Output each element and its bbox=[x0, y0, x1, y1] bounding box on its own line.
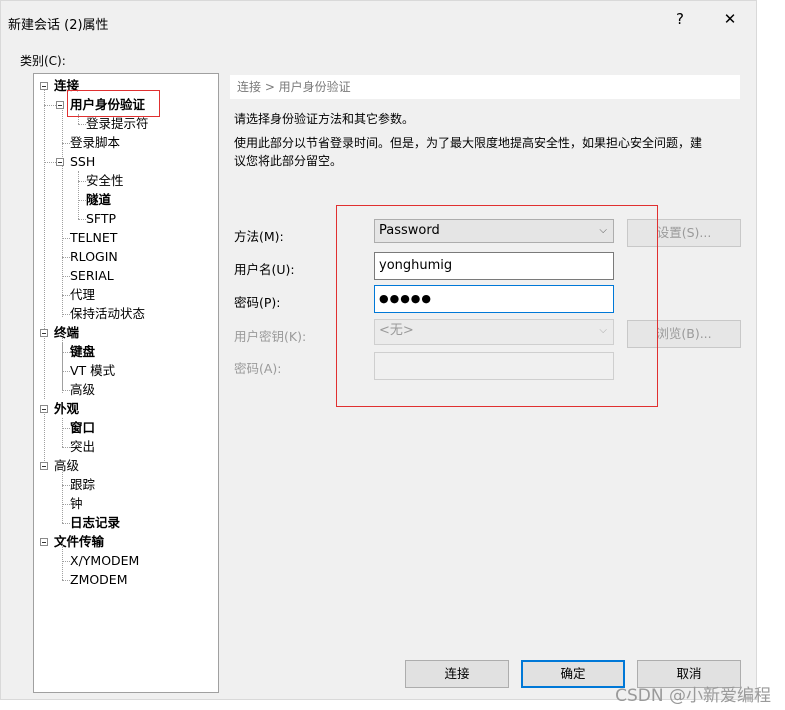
tree-node-keyboard[interactable]: 键盘 bbox=[70, 342, 95, 361]
tree-line bbox=[78, 171, 79, 219]
method-label: 方法(M): bbox=[234, 229, 284, 244]
connect-button[interactable]: 连接 bbox=[405, 660, 509, 688]
tree-line bbox=[62, 523, 70, 524]
tree-node-telnet[interactable]: TELNET bbox=[70, 228, 117, 247]
watermark: CSDN @小新爱编程 bbox=[615, 686, 771, 706]
highlight-box-form bbox=[336, 205, 658, 407]
tree-line bbox=[62, 371, 70, 372]
collapse-icon[interactable] bbox=[40, 82, 48, 90]
tree-line bbox=[62, 561, 70, 562]
tree-line bbox=[62, 276, 70, 277]
ok-button[interactable]: 确定 bbox=[521, 660, 625, 688]
tree-line bbox=[62, 352, 70, 353]
tree-line bbox=[62, 238, 70, 239]
tree-line bbox=[62, 447, 70, 448]
tree-node-tunnel[interactable]: 隧道 bbox=[86, 190, 111, 209]
tree-node-keepalive[interactable]: 保持活动状态 bbox=[70, 304, 145, 323]
collapse-icon[interactable] bbox=[40, 538, 48, 546]
tree-node-advanced[interactable]: 高级 bbox=[40, 456, 79, 475]
tree-line bbox=[62, 485, 70, 486]
tree-line bbox=[78, 219, 86, 220]
tree-line bbox=[62, 295, 70, 296]
tree-line bbox=[44, 89, 45, 399]
tree-line bbox=[62, 108, 63, 317]
tree-line bbox=[62, 390, 70, 391]
collapse-icon[interactable] bbox=[40, 462, 48, 470]
tree-node-zmodem[interactable]: ZMODEM bbox=[70, 570, 128, 589]
username-label: 用户名(U): bbox=[234, 262, 295, 277]
tree-node-terminal[interactable]: 终端 bbox=[40, 323, 79, 342]
tree-node-security[interactable]: 安全性 bbox=[86, 171, 124, 190]
tree-node-logging[interactable]: 日志记录 bbox=[70, 513, 120, 532]
tree-line bbox=[78, 124, 86, 125]
tree-node-login-script[interactable]: 登录脚本 bbox=[70, 133, 120, 152]
tree-node-bell[interactable]: 钟 bbox=[70, 494, 83, 513]
category-label: 类别(C): bbox=[20, 54, 66, 68]
tree-node-sftp[interactable]: SFTP bbox=[86, 209, 116, 228]
tree-node-window[interactable]: 窗口 bbox=[70, 418, 95, 437]
tree-line bbox=[62, 342, 63, 390]
password-label: 密码(P): bbox=[234, 295, 281, 310]
collapse-icon[interactable] bbox=[40, 329, 48, 337]
window-title: 新建会话 (2)属性 bbox=[8, 18, 109, 33]
tree-node-ssh[interactable]: SSH bbox=[56, 152, 95, 171]
tree-line bbox=[62, 466, 63, 523]
tree-line bbox=[78, 200, 86, 201]
highlight-box-tree bbox=[67, 90, 160, 117]
description-line-2: 使用此部分以节省登录时间。但是，为了最大限度地提高安全性，如果担心安全问题，建 bbox=[234, 136, 703, 150]
tree-node-terminal-advanced[interactable]: 高级 bbox=[70, 380, 95, 399]
collapse-icon[interactable] bbox=[56, 158, 64, 166]
userkey-label: 用户密钥(K): bbox=[234, 329, 307, 344]
tree-node-serial[interactable]: SERIAL bbox=[70, 266, 114, 285]
passphrase-label: 密码(A): bbox=[234, 361, 282, 376]
breadcrumb: 连接 > 用户身份验证 bbox=[230, 75, 740, 99]
tree-node-highlight[interactable]: 突出 bbox=[70, 437, 95, 456]
description-line-3: 议您将此部分留空。 bbox=[234, 154, 343, 168]
tree-line bbox=[62, 314, 70, 315]
tree-line bbox=[44, 162, 56, 163]
tree-line bbox=[62, 580, 70, 581]
description-line-1: 请选择身份验证方法和其它参数。 bbox=[234, 112, 415, 126]
category-tree[interactable]: 连接 用户身份验证 登录提示符 登录脚本 SSH 安全性 隧道 SFTP TEL… bbox=[33, 73, 219, 693]
tree-line bbox=[62, 504, 70, 505]
tree-node-rlogin[interactable]: RLOGIN bbox=[70, 247, 118, 266]
close-icon[interactable]: ✕ bbox=[718, 10, 742, 28]
collapse-icon[interactable] bbox=[40, 405, 48, 413]
tree-line bbox=[62, 257, 70, 258]
tree-line bbox=[62, 418, 63, 447]
tree-line bbox=[78, 181, 86, 182]
tree-node-trace[interactable]: 跟踪 bbox=[70, 475, 95, 494]
tree-line bbox=[62, 542, 63, 580]
tree-node-appearance[interactable]: 外观 bbox=[40, 399, 79, 418]
tree-node-proxy[interactable]: 代理 bbox=[70, 285, 95, 304]
tree-line bbox=[62, 143, 70, 144]
tree-node-vt-mode[interactable]: VT 模式 bbox=[70, 361, 115, 380]
collapse-icon[interactable] bbox=[56, 101, 64, 109]
tree-node-file-transfer[interactable]: 文件传输 bbox=[40, 532, 104, 551]
tree-line bbox=[62, 428, 70, 429]
tree-line bbox=[44, 105, 56, 106]
tree-node-xymodem[interactable]: X/YMODEM bbox=[70, 551, 139, 570]
help-button[interactable]: ? bbox=[668, 10, 692, 28]
